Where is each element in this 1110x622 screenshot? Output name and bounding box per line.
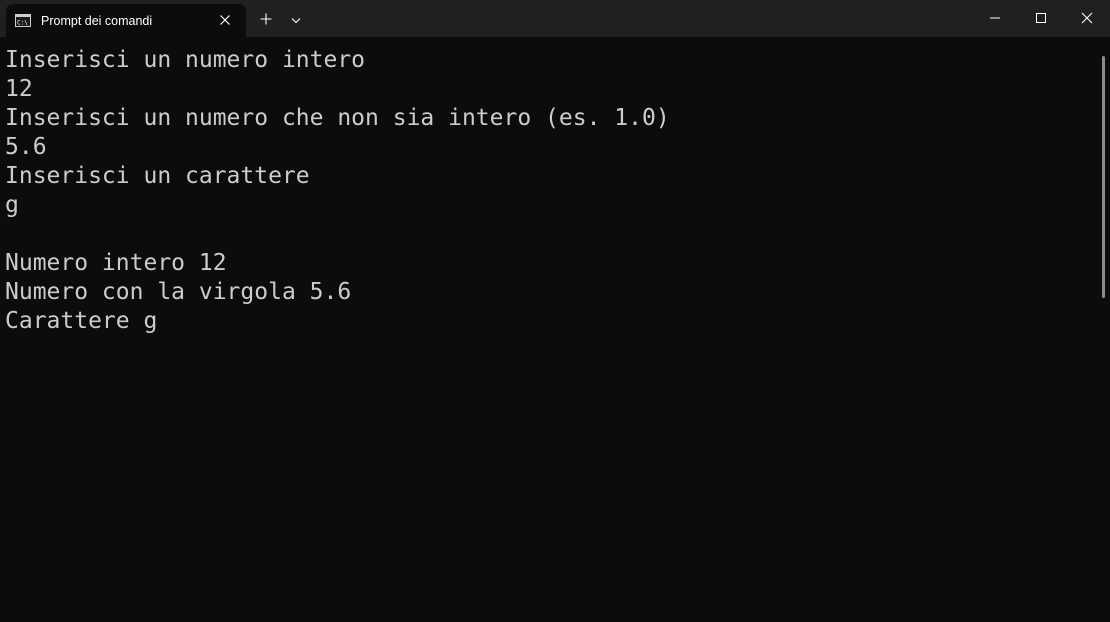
terminal-line: 12 bbox=[5, 76, 33, 102]
chevron-down-icon bbox=[291, 18, 301, 24]
command-prompt-icon: C:\ bbox=[15, 14, 31, 27]
close-icon bbox=[1081, 12, 1093, 24]
minimize-button[interactable] bbox=[972, 0, 1018, 37]
maximize-icon bbox=[1036, 13, 1046, 23]
terminal-line: Inserisci un carattere bbox=[5, 163, 310, 189]
tab-dropdown-button[interactable] bbox=[287, 11, 305, 29]
minimize-icon bbox=[990, 17, 1000, 19]
terminal-output[interactable]: Inserisci un numero intero 12 Inserisci … bbox=[0, 37, 1096, 622]
tab-title: Prompt dei comandi bbox=[41, 14, 153, 28]
new-tab-button[interactable] bbox=[256, 9, 276, 29]
plus-icon bbox=[260, 13, 272, 25]
terminal-line: Carattere g bbox=[5, 308, 158, 334]
terminal-window: C:\ Prompt dei comandi Inserisci un nume… bbox=[0, 0, 1110, 622]
terminal-line: g bbox=[5, 192, 19, 218]
close-tab-icon[interactable] bbox=[217, 12, 233, 28]
tab-prompt-dei-comandi[interactable]: C:\ Prompt dei comandi bbox=[6, 4, 246, 37]
scrollbar-thumb[interactable] bbox=[1102, 56, 1105, 298]
terminal-line: Numero intero 12 bbox=[5, 250, 227, 276]
title-bar[interactable]: C:\ Prompt dei comandi bbox=[0, 0, 1110, 37]
terminal-line: Inserisci un numero intero bbox=[5, 47, 366, 73]
terminal-line: Inserisci un numero che non sia intero (… bbox=[5, 105, 670, 131]
close-window-button[interactable] bbox=[1064, 0, 1110, 37]
terminal-line: 5.6 bbox=[5, 134, 47, 160]
terminal-line: Numero con la virgola 5.6 bbox=[5, 279, 352, 305]
svg-text:C:\: C:\ bbox=[17, 20, 28, 27]
maximize-button[interactable] bbox=[1018, 0, 1064, 37]
